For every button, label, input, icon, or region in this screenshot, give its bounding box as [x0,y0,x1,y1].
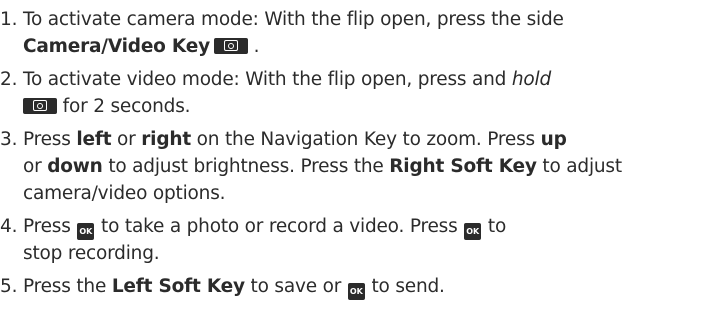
step-number: 2. [0,69,18,90]
ok-key-icon: OK [464,223,482,240]
step-text: to send. [365,276,445,297]
ok-key-icon: OK [347,283,365,300]
step-line: Press the Left Soft Key to save or OK to… [23,273,445,300]
step-text: To activate video mode: With the flip op… [23,69,512,90]
keyword-left: left [76,129,112,150]
right-soft-key-label: Right Soft Key [389,156,537,177]
step-line: stop recording. [23,240,160,267]
list-item: 2. To activate video mode: With the flip… [0,66,680,122]
camera-video-key-label: Camera/Video Key [23,36,210,57]
step-text: or [111,129,142,150]
step-text: Press [23,129,77,150]
step-text: or [23,156,48,177]
instruction-page: 1. To activate camera mode: With the fli… [0,0,701,313]
list-item: 3. Press left or right on the Navigation… [0,126,680,208]
step-text: To activate camera mode: With the flip o… [23,9,564,30]
step-number: 1. [0,9,18,30]
step-line: To activate camera mode: With the flip o… [23,6,564,33]
step-line: Camera/Video Key . [23,33,260,60]
list-item: 5. Press the Left Soft Key to save or OK… [0,273,680,301]
step-line: To activate video mode: With the flip op… [23,66,551,93]
step-text: stop recording. [23,243,160,264]
step-number: 5. [0,276,18,297]
camera-key-icon [23,98,57,114]
step-text: Press the [23,276,112,297]
step-text: . [247,36,260,57]
step-number: 3. [0,129,18,150]
step-text: for 2 seconds. [57,96,191,117]
step-text: to take a photo or record a video. Press [95,216,464,237]
keyword-up: up [540,129,567,150]
step-text: to adjust [536,156,622,177]
left-soft-key-label: Left Soft Key [111,276,245,297]
step-line: Press left or right on the Navigation Ke… [23,126,567,153]
step-line: or down to adjust brightness. Press the … [23,153,622,180]
step-line: Press OK to take a photo or record a vid… [23,213,506,240]
camera-key-icon [213,38,248,54]
list-item: 1. To activate camera mode: With the fli… [0,6,680,62]
step-line: for 2 seconds. [23,93,191,120]
step-text: camera/video options. [23,183,226,204]
step-number: 4. [0,216,18,237]
step-text: Press [23,216,77,237]
step-text: on the Navigation Key to zoom. Press [190,129,541,150]
step-line: camera/video options. [23,180,226,207]
keyword-right: right [141,129,191,150]
step-text: to [482,216,507,237]
ok-key-icon: OK [77,223,95,240]
step-text: to save or [244,276,347,297]
keyword-down: down [47,156,103,177]
list-item: 4. Press OK to take a photo or record a … [0,213,680,269]
step-text: to adjust brightness. Press the [102,156,390,177]
emphasis-hold: hold [511,69,552,90]
